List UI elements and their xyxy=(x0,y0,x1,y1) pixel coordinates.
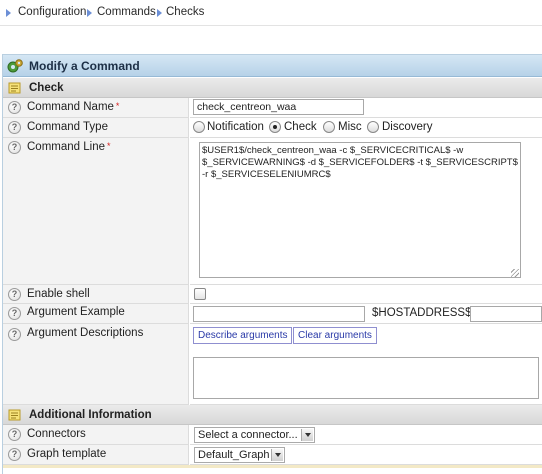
radio-label-check: Check xyxy=(284,121,317,133)
radio-label-discovery: Discovery xyxy=(382,121,433,133)
row-value-command-line xyxy=(190,138,542,285)
help-icon[interactable]: ? xyxy=(8,448,21,461)
label-graph-template: Graph template xyxy=(27,448,107,460)
row-label-argument-descriptions: ? Argument Descriptions xyxy=(3,324,189,405)
label-command-line: Command Line * xyxy=(27,141,111,153)
label-command-name: Command Name * xyxy=(27,101,120,113)
command-name-input[interactable] xyxy=(193,99,364,115)
chevron-down-icon xyxy=(271,449,283,461)
label-command-type: Command Type xyxy=(27,121,108,133)
describe-arguments-button[interactable]: Describe arguments xyxy=(193,327,293,344)
radio-check[interactable] xyxy=(269,121,281,133)
label-argument-example: Argument Example xyxy=(27,306,125,318)
help-icon[interactable]: ? xyxy=(8,101,21,114)
row-label-enable-shell: ? Enable shell xyxy=(3,285,189,304)
connectors-select-value: Select a connector... xyxy=(198,429,298,441)
radio-label-misc: Misc xyxy=(338,121,362,133)
clear-arguments-button[interactable]: Clear arguments xyxy=(293,327,377,344)
label-enable-shell: Enable shell xyxy=(27,288,90,300)
argument-descriptions-box[interactable] xyxy=(193,357,539,399)
form-header: Modify a Command xyxy=(3,55,542,77)
enable-shell-checkbox[interactable] xyxy=(194,288,206,300)
help-icon[interactable]: ? xyxy=(8,288,21,301)
breadcrumb-separator-icon xyxy=(87,9,92,17)
graph-template-select[interactable]: Default_Graph xyxy=(194,447,285,463)
row-value-command-name xyxy=(190,98,542,118)
hostaddress-label: $HOSTADDRESS$ xyxy=(372,307,472,319)
command-line-textarea[interactable] xyxy=(199,142,521,278)
command-gears-icon xyxy=(7,59,23,73)
section-header-check: Check xyxy=(3,78,542,98)
radio-discovery[interactable] xyxy=(367,121,379,133)
chevron-down-icon xyxy=(301,429,313,441)
radio-label-notification: Notification xyxy=(207,121,264,133)
argument-example-input[interactable] xyxy=(193,306,365,322)
help-icon[interactable]: ? xyxy=(8,141,21,154)
breadcrumb-separator-icon xyxy=(6,9,11,17)
note-icon xyxy=(8,409,21,421)
note-icon xyxy=(8,82,21,94)
help-icon[interactable]: ? xyxy=(8,428,21,441)
row-label-command-name: ? Command Name * xyxy=(3,98,189,118)
label-argument-descriptions: Argument Descriptions xyxy=(27,327,144,339)
required-star: * xyxy=(106,141,111,151)
row-label-argument-example: ? Argument Example xyxy=(3,304,189,324)
breadcrumb-item-checks[interactable]: Checks xyxy=(166,6,204,18)
required-star: * xyxy=(115,101,120,111)
section-header-additional-information: Additional Information xyxy=(3,405,542,425)
form-title: Modify a Command xyxy=(29,59,140,73)
row-label-connectors: ? Connectors xyxy=(3,425,189,445)
row-label-command-line: ? Command Line * xyxy=(3,138,189,285)
connectors-select[interactable]: Select a connector... xyxy=(194,427,315,443)
section-title-check: Check xyxy=(29,82,64,94)
breadcrumb: Configuration Commands Checks xyxy=(0,0,542,26)
row-value-argument-example: $HOSTADDRESS$ xyxy=(190,304,542,324)
radio-notification[interactable] xyxy=(193,121,205,133)
radio-misc[interactable] xyxy=(323,121,335,133)
breadcrumb-item-configuration[interactable]: Configuration xyxy=(18,6,86,18)
row-label-command-type: ? Command Type xyxy=(3,118,189,138)
resize-handle-icon[interactable] xyxy=(511,269,519,277)
row-value-argument-descriptions: Describe arguments Clear arguments xyxy=(190,324,542,405)
help-icon[interactable]: ? xyxy=(8,328,21,341)
row-value-enable-shell xyxy=(190,285,542,304)
hostaddress-input[interactable] xyxy=(470,306,542,322)
label-connectors: Connectors xyxy=(27,428,86,440)
help-icon[interactable]: ? xyxy=(8,121,21,134)
row-label-graph-template: ? Graph template xyxy=(3,445,189,465)
breadcrumb-item-commands[interactable]: Commands xyxy=(97,6,156,18)
section-title-additional-information: Additional Information xyxy=(29,409,152,421)
row-value-connectors: Select a connector... xyxy=(190,425,542,445)
help-icon[interactable]: ? xyxy=(8,307,21,320)
breadcrumb-separator-icon xyxy=(157,9,162,17)
row-value-graph-template: Default_Graph xyxy=(190,445,542,465)
row-value-command-type: Notification Check Misc Discovery xyxy=(190,118,542,138)
graph-template-select-value: Default_Graph xyxy=(198,449,270,461)
